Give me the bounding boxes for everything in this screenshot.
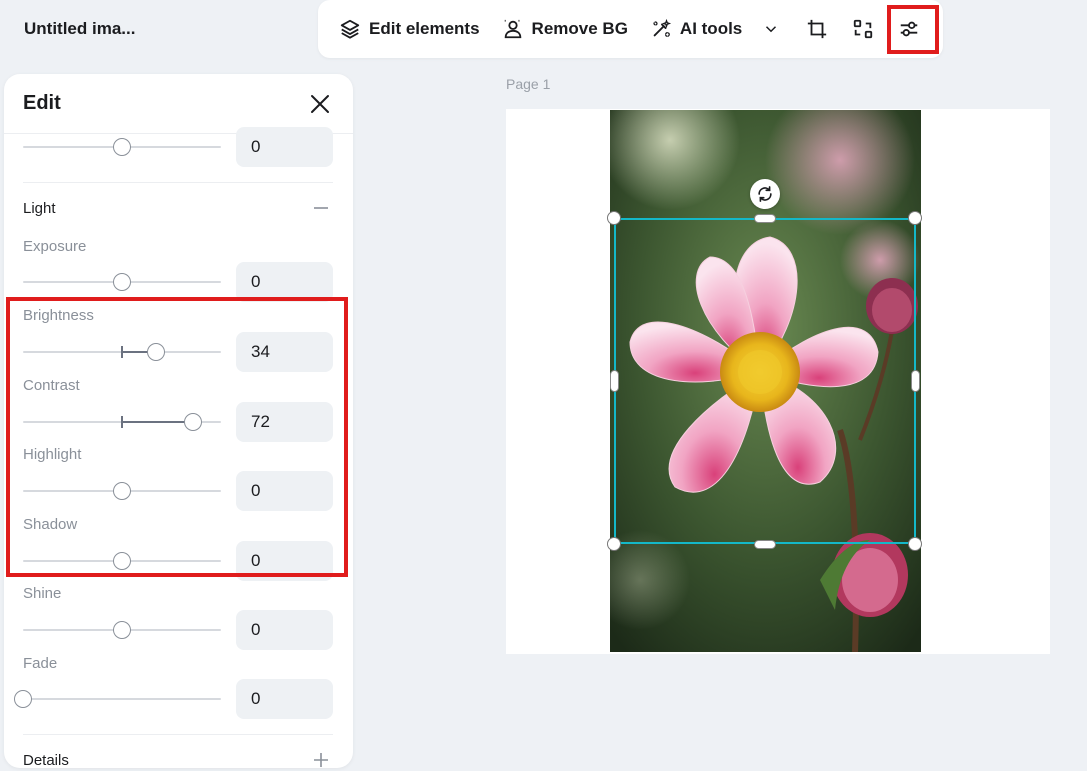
transform-button[interactable] <box>843 9 883 49</box>
edit-elements-button[interactable]: Edit elements <box>334 9 485 49</box>
magic-wand-icon <box>653 18 672 37</box>
remove-bg-button[interactable]: Remove BG <box>497 9 633 49</box>
shadow-value[interactable]: 0 <box>236 541 333 581</box>
shadow-label: Shadow <box>23 516 78 533</box>
close-button[interactable] <box>306 90 334 118</box>
brightness-thumb[interactable] <box>146 343 165 361</box>
brightness-slider-row: 34 <box>23 332 333 372</box>
contrast-thumb[interactable] <box>184 413 203 431</box>
ai-tools-label: AI tools <box>679 19 743 38</box>
close-icon <box>311 94 329 113</box>
panel-header: Edit <box>4 74 353 134</box>
resize-handle-left[interactable] <box>610 370 619 392</box>
shine-thumb[interactable] <box>113 621 131 639</box>
fade-value[interactable]: 0 <box>236 679 333 719</box>
contrast-slider-row: 72 <box>23 402 333 442</box>
top-slider-row: 0 <box>23 127 333 167</box>
resize-handle-bottom[interactable] <box>754 540 776 549</box>
brightness-value[interactable]: 34 <box>236 332 333 372</box>
crop-icon <box>808 19 827 39</box>
page-label: Page 1 <box>506 76 551 92</box>
exposure-slider-row: 0 <box>23 262 333 302</box>
contrast-fill <box>122 421 194 423</box>
top-toolbar: Edit elements Remove BG AI tools <box>318 0 943 58</box>
fade-label: Fade <box>23 655 58 672</box>
fade-track[interactable] <box>23 698 221 700</box>
fade-thumb[interactable] <box>14 690 32 708</box>
contrast-value[interactable]: 72 <box>236 402 333 442</box>
resize-handle-top[interactable] <box>754 214 776 223</box>
contrast-label: Contrast <box>23 377 80 394</box>
rotate-icon <box>758 186 772 202</box>
exposure-thumb[interactable] <box>113 273 131 291</box>
shine-slider-row: 0 <box>23 610 333 650</box>
selection-box[interactable] <box>614 218 916 544</box>
resize-handle-right[interactable] <box>911 370 920 392</box>
brightness-center-tick <box>121 346 123 358</box>
resize-handle-bottom-right[interactable] <box>908 537 922 551</box>
document-title[interactable]: Untitled ima... <box>8 6 160 52</box>
slider-value[interactable]: 0 <box>236 127 333 167</box>
light-section-title[interactable]: Light <box>23 200 56 217</box>
highlight-value[interactable]: 0 <box>236 471 333 511</box>
exposure-label: Exposure <box>23 238 87 255</box>
document-title-text: Untitled ima... <box>24 19 136 38</box>
chevron-down-icon[interactable] <box>762 20 780 38</box>
adjust-button[interactable] <box>889 9 929 49</box>
ai-tools-button[interactable]: AI tools <box>645 9 785 49</box>
highlight-thumb[interactable] <box>113 482 131 500</box>
edit-elements-label: Edit elements <box>369 19 480 38</box>
shine-value[interactable]: 0 <box>236 610 333 650</box>
person-outline-icon <box>504 19 521 39</box>
collapse-minus-icon[interactable] <box>312 199 330 217</box>
contrast-center-tick <box>121 416 123 428</box>
divider <box>23 182 333 183</box>
brightness-label: Brightness <box>23 307 94 324</box>
shine-label: Shine <box>23 585 62 602</box>
resize-handle-top-right[interactable] <box>908 211 922 225</box>
resize-handle-bottom-left[interactable] <box>607 537 621 551</box>
transform-icon <box>854 19 873 39</box>
divider <box>23 734 333 735</box>
remove-bg-label: Remove BG <box>531 19 628 38</box>
shadow-thumb[interactable] <box>113 552 131 570</box>
resize-handle-top-left[interactable] <box>607 211 621 225</box>
panel-title: Edit <box>23 92 61 114</box>
rotate-button[interactable] <box>750 179 780 209</box>
edit-panel: Edit 0 Light Exposure 0 Brightness 34 Co… <box>4 74 353 768</box>
expand-plus-icon[interactable] <box>312 751 330 768</box>
fade-slider-row: 0 <box>14 679 333 719</box>
adjust-sliders-icon <box>901 21 918 37</box>
crop-button[interactable] <box>797 9 837 49</box>
shadow-slider-row: 0 <box>23 541 333 581</box>
highlight-label: Highlight <box>23 446 82 463</box>
layers-icon <box>340 19 360 39</box>
exposure-value[interactable]: 0 <box>236 262 333 302</box>
details-section-title[interactable]: Details <box>23 752 69 768</box>
slider-thumb[interactable] <box>113 138 131 156</box>
highlight-slider-row: 0 <box>23 471 333 511</box>
